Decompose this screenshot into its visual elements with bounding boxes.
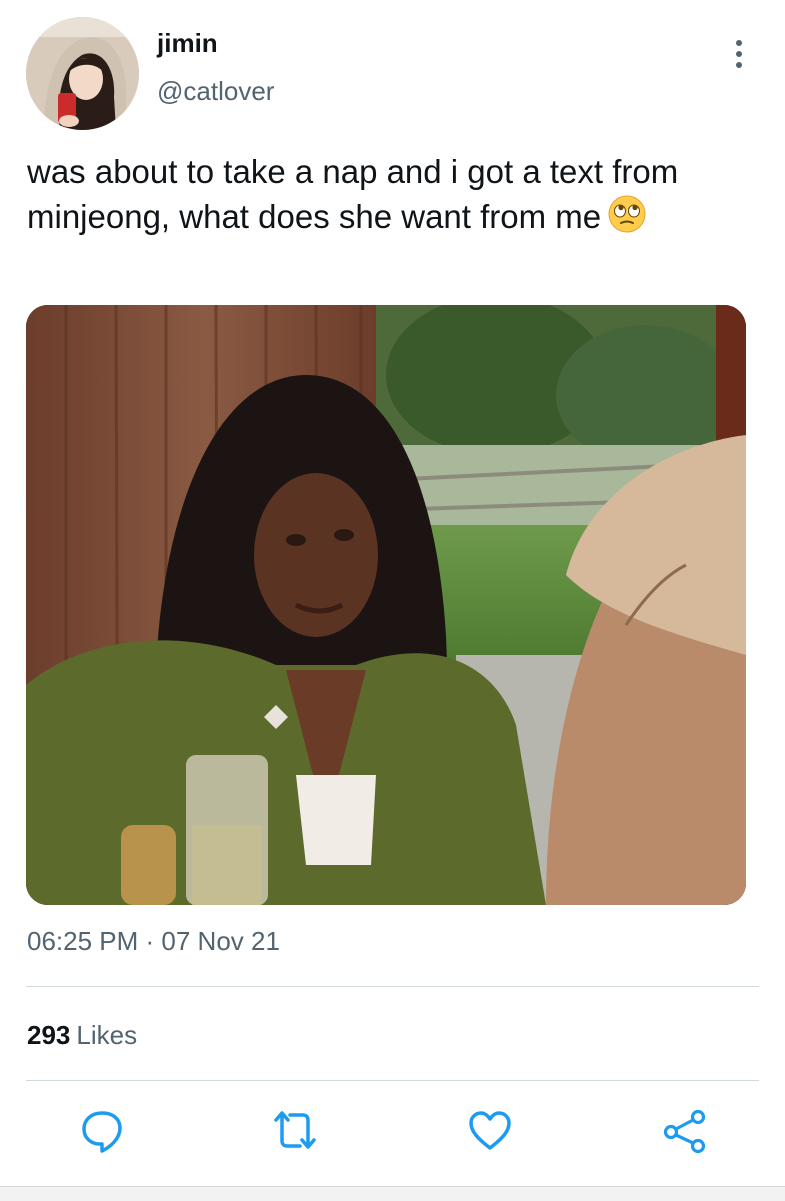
tweet-header: jimin @catlover — [0, 0, 785, 140]
divider — [26, 1080, 759, 1081]
divider — [26, 986, 759, 987]
avatar[interactable] — [26, 17, 139, 130]
retweet-button[interactable] — [270, 1108, 316, 1154]
tweet-actions-bar — [0, 1108, 785, 1158]
tweet-timestamp[interactable]: 06:25 PM · 07 Nov 21 — [27, 926, 280, 957]
tweet-text: was about to take a nap and i got a text… — [27, 150, 747, 245]
bottom-edge — [0, 1186, 785, 1201]
photo-image — [26, 305, 746, 905]
rolling-eyes-emoji-icon — [607, 194, 647, 245]
tweet-body: was about to take a nap and i got a text… — [27, 153, 679, 235]
heart-icon — [469, 1111, 511, 1150]
display-name[interactable]: jimin — [157, 28, 218, 59]
likes-label: Likes — [76, 1020, 138, 1050]
retweet-icon — [274, 1111, 316, 1149]
user-handle[interactable]: @catlover — [157, 76, 274, 107]
more-dot-icon — [736, 51, 742, 57]
like-button[interactable] — [467, 1108, 511, 1154]
avatar-photo — [26, 17, 139, 130]
reply-icon — [82, 1111, 122, 1153]
likes-stat[interactable]: 293 Likes — [27, 1020, 137, 1051]
more-dot-icon — [736, 62, 742, 68]
share-icon — [663, 1109, 706, 1154]
tweet-media-photo[interactable] — [26, 305, 746, 905]
reply-button[interactable] — [80, 1108, 124, 1154]
more-dot-icon — [736, 40, 742, 46]
likes-count: 293 — [27, 1020, 71, 1050]
more-options-button[interactable] — [722, 36, 756, 72]
share-button[interactable] — [662, 1108, 706, 1154]
